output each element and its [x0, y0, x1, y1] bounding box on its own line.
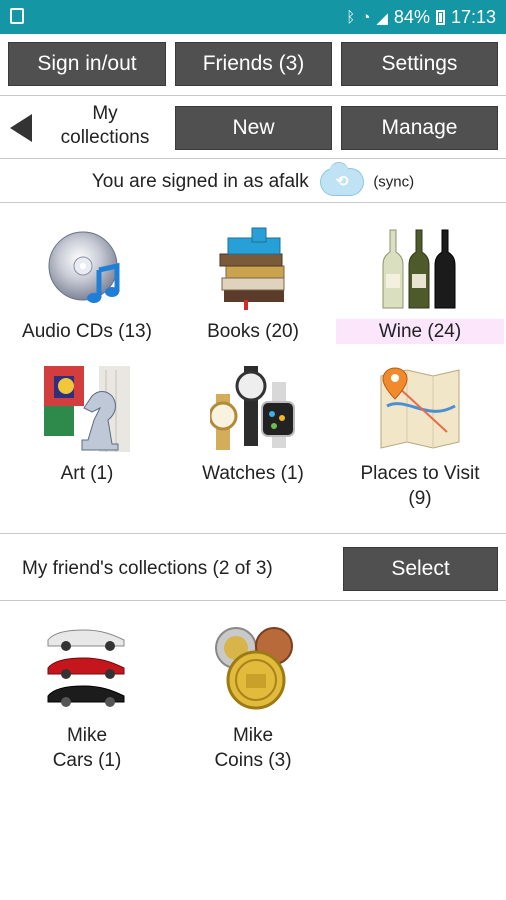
watches-icon: [208, 366, 295, 450]
cloud-sync-icon[interactable]: ⟲: [320, 162, 365, 196]
friend-name: Mike: [232, 725, 274, 746]
friend-collection-coins[interactable]: Mike Coins (3): [169, 624, 337, 773]
collection-label: Wine (24): [336, 319, 504, 344]
divider: [0, 158, 506, 159]
divider: [0, 533, 506, 534]
signin-text: You are signed in as afalk: [91, 171, 309, 193]
collection-books[interactable]: Books (20): [169, 226, 337, 344]
page-title: My collections: [44, 102, 166, 150]
screenshot-notification-icon: [10, 8, 24, 24]
collection-audio-cds[interactable]: Audio CDs (13): [3, 226, 171, 344]
status-icons: ᛒ ◔ ◢ 84% 17:13: [346, 7, 496, 28]
collection-label: Watches (1): [202, 463, 304, 484]
collection-label: Mike Cars (1): [3, 723, 171, 773]
collection-places-to-visit[interactable]: Places to Visit (9): [336, 366, 504, 511]
settings-button[interactable]: Settings: [341, 42, 498, 86]
page-title-line2: collections: [60, 127, 150, 148]
sign-in-out-button[interactable]: Sign in/out: [8, 42, 166, 86]
collection-label: Places to Visit (9): [336, 461, 504, 511]
collection-label-line2: (9): [408, 488, 432, 509]
battery-icon: [435, 10, 445, 25]
manage-button[interactable]: Manage: [341, 106, 498, 150]
collection-name: Coins (3): [214, 750, 292, 771]
wine-bottles-icon: [382, 229, 456, 309]
collection-wine[interactable]: Wine (24): [336, 226, 504, 344]
battery-percent: 84%: [393, 7, 430, 27]
status-bar: ᛒ ◔ ◢ 84% 17:13: [0, 0, 506, 34]
collection-art[interactable]: Art (1): [3, 366, 171, 486]
friends-collections-label: My friend's collections (2 of 3): [22, 558, 273, 579]
signal-icon: ◢: [376, 9, 388, 27]
cd-music-icon: [48, 231, 120, 303]
divider: [0, 95, 506, 96]
friend-collection-cars[interactable]: Mike Cars (1): [3, 624, 171, 773]
collection-label: Mike Coins (3): [169, 723, 337, 773]
sync-link[interactable]: (sync): [373, 174, 414, 191]
collection-label: Books (20): [207, 321, 299, 342]
coins-icon: [215, 627, 293, 710]
collection-label: Art (1): [60, 463, 114, 484]
wifi-icon: ◔: [361, 9, 371, 26]
map-pin-icon: [380, 367, 460, 449]
collection-watches[interactable]: Watches (1): [169, 366, 337, 486]
friends-button[interactable]: Friends (3): [175, 42, 332, 86]
cars-icon: [47, 629, 125, 707]
collection-label-line1: Places to Visit: [360, 463, 480, 484]
divider: [0, 600, 506, 601]
divider: [0, 202, 506, 203]
friend-name: Mike: [66, 725, 108, 746]
bluetooth-icon: ᛒ: [346, 9, 356, 26]
select-button[interactable]: Select: [343, 547, 498, 591]
art-chess-icon: [44, 366, 130, 452]
page-title-line1: My: [92, 103, 118, 124]
signin-status: You are signed in as afalk ⟲ (sync): [0, 162, 506, 196]
collection-name: Cars (1): [52, 750, 122, 771]
collection-label: Audio CDs (13): [22, 321, 152, 342]
cloud-sync-glyph: ⟲: [335, 173, 349, 190]
new-button[interactable]: New: [175, 106, 332, 150]
back-arrow-icon[interactable]: [10, 114, 32, 142]
clock: 17:13: [450, 7, 496, 27]
books-icon: [219, 227, 285, 310]
